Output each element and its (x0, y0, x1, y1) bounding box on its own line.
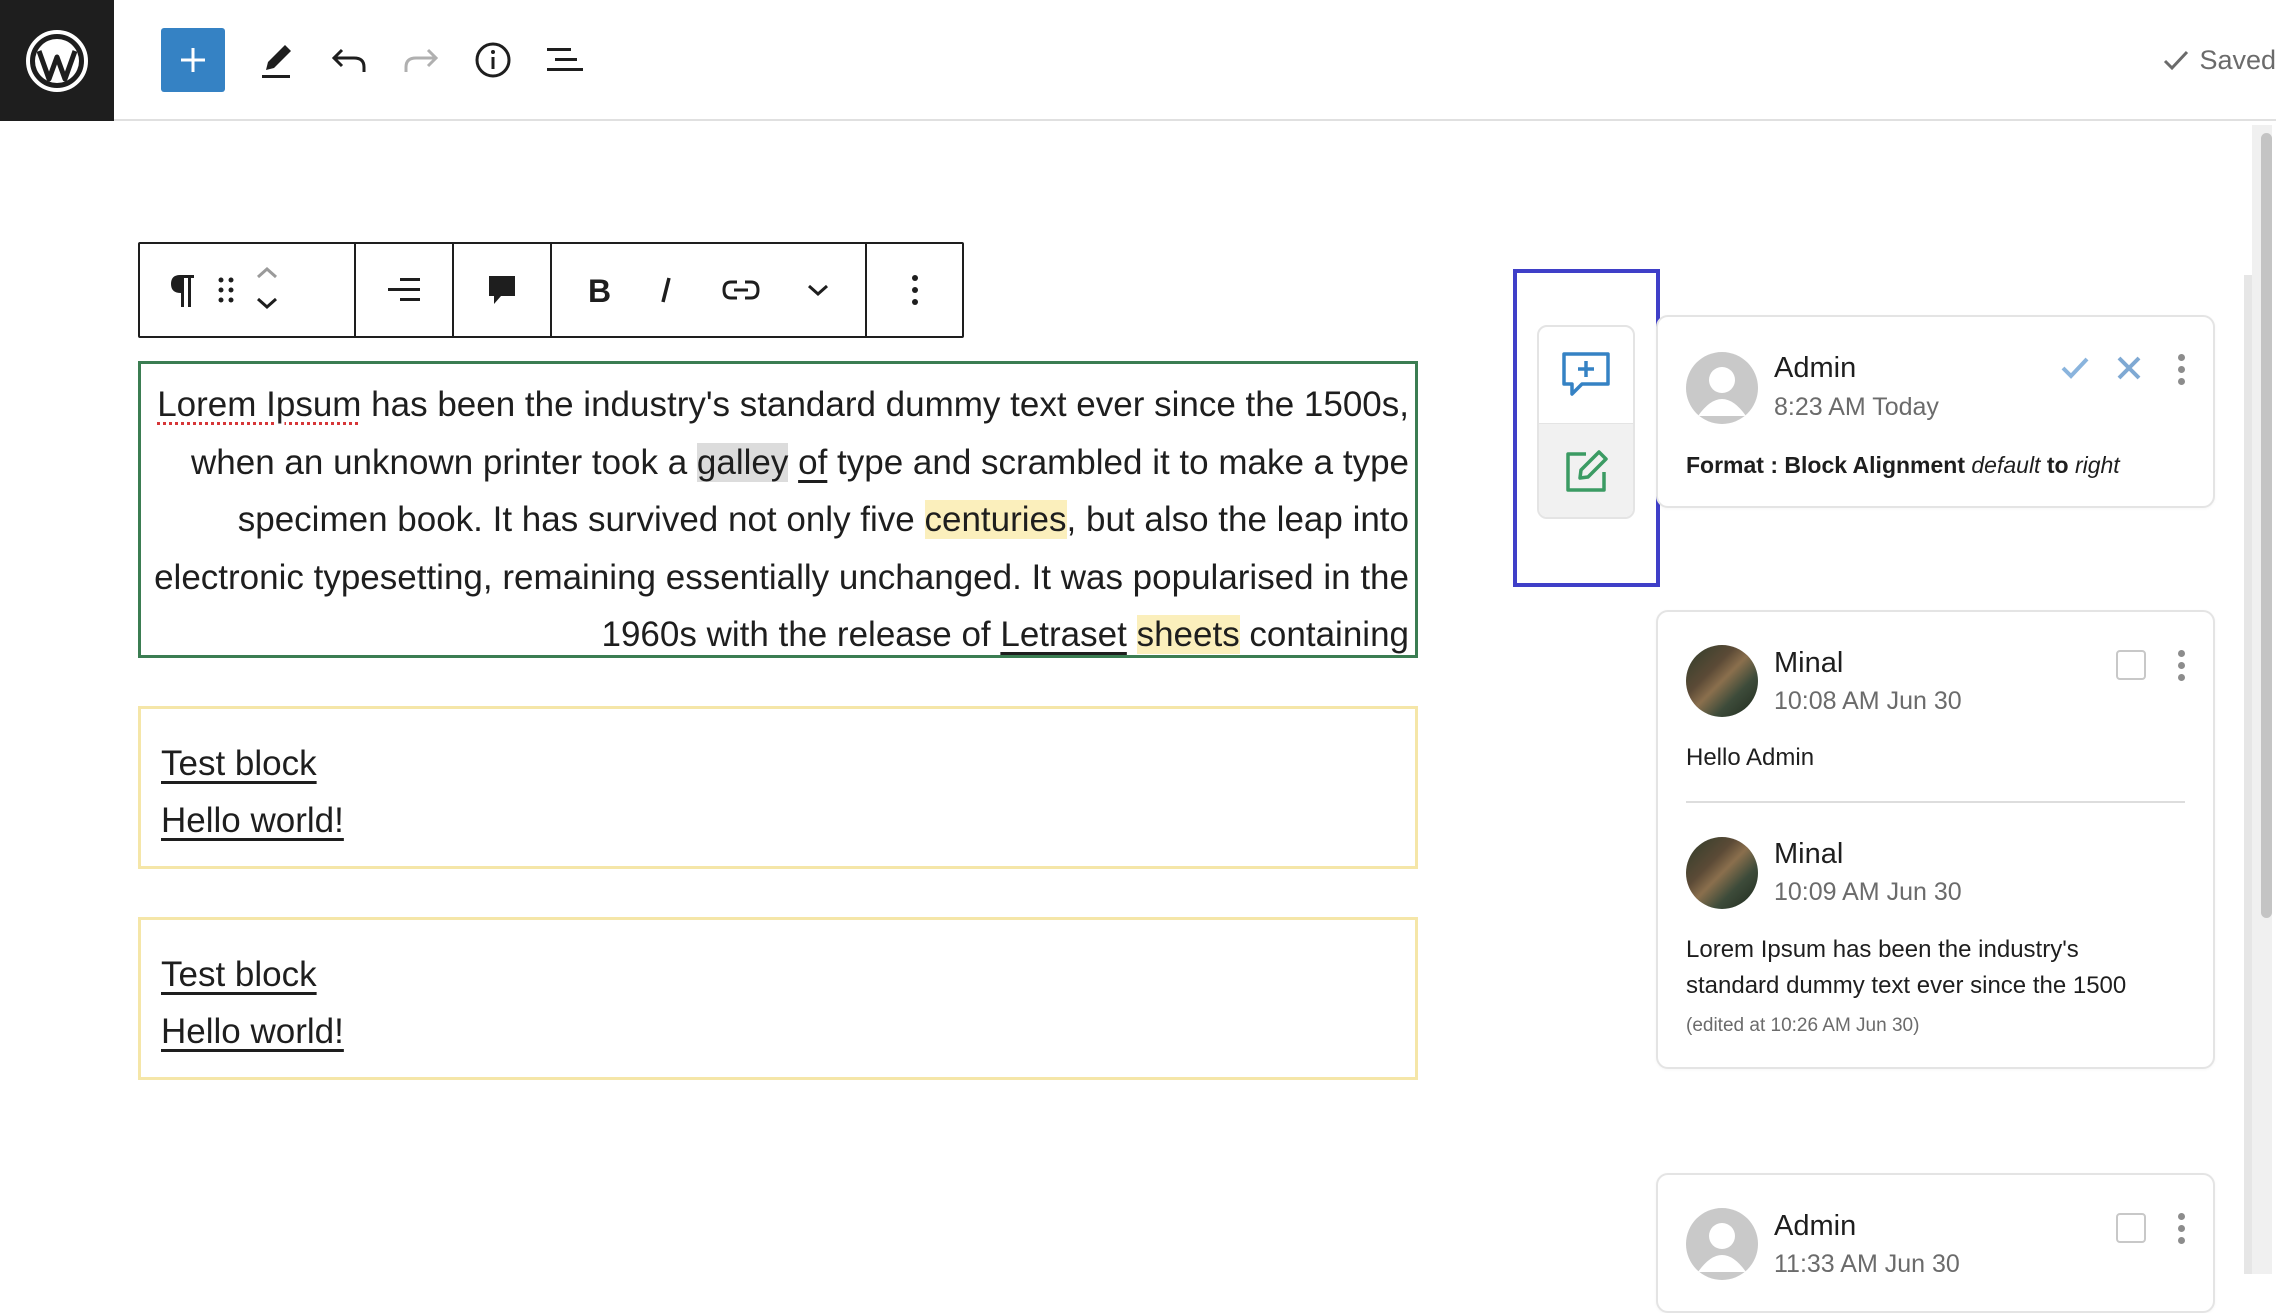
resolve-checkbox[interactable] (2116, 1213, 2146, 1243)
bold-icon[interactable]: B (586, 274, 612, 306)
add-block-button[interactable] (161, 28, 225, 92)
hello-world-link[interactable]: Hello world! (161, 1003, 1395, 1060)
drag-handle-icon[interactable] (216, 275, 236, 305)
comment-text: Hello Admin (1686, 744, 1815, 771)
details-button[interactable] (461, 28, 525, 92)
comment-icon[interactable] (486, 273, 518, 307)
comment-time: 10:09 AM Jun 30 (1774, 878, 1962, 906)
suggestion-to: right (2074, 452, 2120, 478)
add-comment-button[interactable] (1539, 327, 1633, 423)
comment-author: Minal (1774, 838, 1844, 870)
pencil-icon (262, 45, 291, 78)
comment-text-line: standard dummy text ever since the 1500 (1686, 972, 2127, 999)
text-segment (1127, 615, 1137, 654)
inner-scrollbar[interactable] (2244, 275, 2252, 1274)
align-right-icon[interactable] (386, 275, 422, 305)
wordpress-logo-icon[interactable] (0, 0, 114, 121)
redo-icon (404, 48, 439, 72)
suggestion-prefix: Format : Block Alignment (1686, 452, 1965, 478)
saved-label: Saved (2199, 44, 2276, 75)
redo-button[interactable] (389, 28, 453, 92)
resolve-checkbox[interactable] (2116, 650, 2146, 680)
block-switcher-group (140, 244, 356, 336)
italic-icon[interactable] (656, 274, 676, 306)
comment-actions-panel (1537, 325, 1635, 519)
info-icon (475, 42, 511, 78)
suggestion-to-word: to (2046, 452, 2069, 478)
comment-text: Lorem Ipsum has been the industry's stan… (1686, 932, 2126, 1004)
test-block-link[interactable]: Test block (161, 946, 1395, 1003)
suggest-edit-icon (1566, 449, 1608, 492)
undo-icon (331, 48, 366, 72)
avatar (1686, 837, 1758, 909)
comment-author: Minal (1774, 647, 1844, 679)
top-toolbar: Saved (0, 0, 2276, 121)
comment-group (454, 244, 552, 336)
list-view-icon (547, 48, 583, 71)
undo-button[interactable] (317, 28, 381, 92)
align-group (356, 244, 454, 336)
checkmark-icon (2061, 357, 2089, 379)
suggest-edit-button[interactable] (1539, 423, 1633, 517)
more-options-icon[interactable] (2178, 650, 2186, 681)
tools-edit-button[interactable] (244, 28, 308, 92)
comment-card[interactable]: Minal 10:08 AM Jun 30 Hello Admin Minal … (1656, 610, 2215, 1069)
more-options-icon[interactable] (910, 273, 920, 307)
test-block[interactable]: Test block Hello world! (138, 706, 1418, 869)
underlined-word: of (798, 442, 828, 482)
test-block[interactable]: Test block Hello world! (138, 917, 1418, 1080)
link-icon[interactable] (721, 277, 761, 303)
comment-divider (1686, 801, 2185, 803)
comment-time: 10:08 AM Jun 30 (1774, 687, 1962, 715)
hello-world-link[interactable]: Hello world! (161, 792, 1395, 849)
avatar (1686, 352, 1758, 424)
commented-word[interactable]: centuries (924, 500, 1067, 539)
block-toolbar: B (138, 242, 964, 338)
comment-author: Admin (1774, 352, 1857, 384)
saved-status: Saved (2163, 40, 2276, 80)
highlighted-word[interactable]: galley (696, 442, 789, 482)
chevron-down-icon[interactable] (805, 282, 831, 298)
format-group: B (552, 244, 867, 336)
commented-word[interactable]: sheets (1136, 615, 1240, 654)
paragraph-block[interactable]: Lorem Ipsum has been the industry's stan… (138, 361, 1418, 658)
comment-card[interactable]: Admin 8:23 AM Today Format : Block Align… (1656, 315, 2215, 508)
suggestion-text: Format : Block Alignment default to righ… (1686, 447, 2120, 483)
comment-text-line: Lorem Ipsum has been the industry's (1686, 936, 2079, 963)
edited-note: (edited at 10:26 AM Jun 30) (1686, 1015, 1920, 1036)
comment-time: 8:23 AM Today (1774, 393, 1939, 421)
close-icon (2117, 356, 2141, 380)
svg-text:B: B (588, 274, 611, 306)
underlined-word: Letraset (1000, 615, 1127, 654)
plus-icon (181, 48, 205, 72)
comment-time: 11:33 AM Jun 30 (1774, 1250, 1960, 1278)
suggestion-from: default (1971, 452, 2041, 478)
list-view-button[interactable] (533, 28, 597, 92)
more-options-icon[interactable] (2178, 1213, 2186, 1244)
text-segment: Lorem Ipsum (157, 385, 362, 424)
comment-card[interactable]: Admin 11:33 AM Jun 30 (1656, 1173, 2215, 1313)
comment-author: Admin (1774, 1210, 1857, 1242)
scrollbar-thumb[interactable] (2261, 133, 2272, 918)
paragraph-icon[interactable] (168, 271, 198, 309)
add-comment-icon (1562, 352, 1610, 396)
move-up-down-icon[interactable] (254, 263, 280, 317)
text-segment: containing (1239, 615, 1409, 654)
reject-suggestion-button[interactable] (2116, 355, 2142, 386)
more-options-icon[interactable] (2178, 354, 2186, 385)
options-group (867, 244, 962, 336)
check-icon (2164, 50, 2189, 71)
text-segment (788, 443, 798, 482)
accept-suggestion-button[interactable] (2060, 355, 2090, 386)
avatar (1686, 645, 1758, 717)
avatar (1686, 1208, 1758, 1280)
test-block-link[interactable]: Test block (161, 735, 1395, 792)
